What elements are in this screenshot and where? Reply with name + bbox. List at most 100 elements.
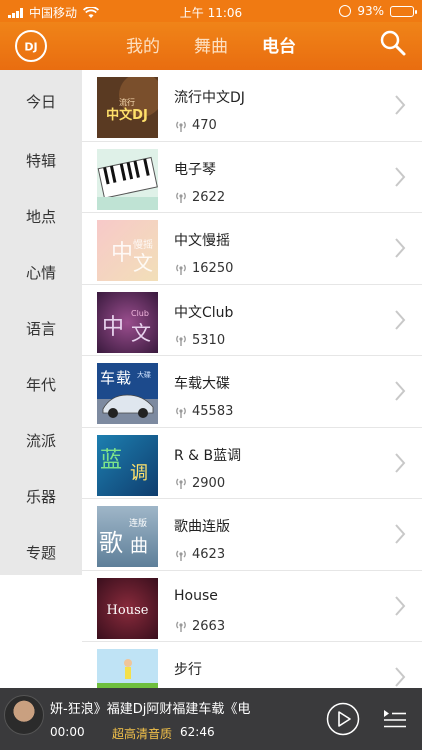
top-nav-bar: DJ 我的 舞曲 电台 — [0, 22, 422, 70]
sidebar-item-special[interactable]: 特辑 — [0, 132, 82, 188]
category-sidebar: 今日 特辑 地点 心情 语言 年代 流派 乐器 专题 — [0, 70, 82, 575]
list-item[interactable]: 车 载 大碟 车载大碟 45583 — [82, 356, 422, 428]
sidebar-item-instrument[interactable]: 乐器 — [0, 468, 82, 524]
chevron-right-icon — [395, 238, 406, 258]
sidebar-item-mood[interactable]: 心情 — [0, 244, 82, 300]
station-title: 中文Club — [174, 304, 234, 321]
station-title: 中文慢摇 — [174, 233, 230, 249]
listener-count-group: 4623 — [174, 547, 225, 562]
svg-text:文: 文 — [131, 321, 151, 345]
sidebar-item-language[interactable]: 语言 — [0, 300, 82, 356]
broadcast-icon — [176, 550, 186, 561]
chevron-right-icon — [395, 381, 406, 401]
chevron-right-icon — [395, 309, 406, 330]
chevron-right-icon — [395, 166, 406, 187]
list-item[interactable]: 中 Club 文 中文Club 5310 — [82, 285, 422, 356]
station-title: 步行 — [174, 662, 202, 678]
list-item[interactable]: 流行 中文DJ 流行中文DJ 470 — [82, 70, 422, 142]
station-title: R & B蓝调 — [174, 447, 242, 464]
tab-dance[interactable]: 舞曲 — [194, 32, 228, 57]
elapsed-time: 00:00 — [50, 725, 85, 739]
battery-percent: 93% — [357, 4, 384, 18]
orientation-lock-icon — [339, 5, 352, 17]
sidebar-item-location[interactable]: 地点 — [0, 188, 82, 244]
station-cover: 歌 连版 曲 — [97, 506, 158, 567]
list-item[interactable]: 歌 连版 曲 歌曲连版 4623 — [82, 499, 422, 571]
play-icon[interactable] — [326, 702, 360, 736]
list-item[interactable]: 蓝 调 R & B蓝调 2900 — [82, 428, 422, 499]
svg-text:载: 载 — [116, 369, 131, 387]
broadcast-icon — [176, 335, 186, 346]
listener-count-group: 5310 — [174, 333, 225, 348]
station-cover: 中 Club 文 — [97, 291, 158, 353]
listener-count-group: 2900 — [174, 476, 225, 491]
broadcast-icon — [176, 621, 186, 632]
station-cover — [97, 148, 158, 210]
mini-player[interactable]: 妍-狂浪》福建Dj阿财福建车载《电 00:00 超高清音质 62:46 — [0, 688, 422, 750]
svg-text:中: 中 — [102, 315, 124, 340]
status-right: 93% — [339, 4, 417, 18]
sidebar-item-today[interactable]: 今日 — [0, 70, 82, 132]
battery-icon — [390, 5, 417, 17]
search-icon[interactable] — [378, 28, 408, 58]
listener-count: 4623 — [192, 547, 226, 562]
now-playing-avatar[interactable] — [4, 695, 44, 735]
station-title: 歌曲连版 — [174, 519, 230, 535]
tab-mine[interactable]: 我的 — [126, 32, 160, 57]
listener-count-group: 45583 — [174, 404, 233, 419]
broadcast-icon — [176, 192, 186, 203]
station-cover: 中 慢摇 文 — [97, 220, 158, 281]
svg-text:文: 文 — [133, 251, 153, 275]
chevron-right-icon — [395, 452, 406, 473]
sidebar-item-topic[interactable]: 专题 — [0, 524, 82, 580]
station-cover: 车 载 大碟 — [97, 363, 158, 424]
svg-text:歌: 歌 — [99, 529, 123, 557]
listener-count: 45583 — [192, 404, 234, 419]
list-item[interactable]: 中 慢摇 文 中文慢摇 16250 — [82, 213, 422, 285]
listener-count: 5310 — [192, 332, 226, 348]
sidebar-item-era[interactable]: 年代 — [0, 356, 82, 412]
list-item[interactable]: 电子琴 2622 — [82, 142, 422, 213]
svg-text:中文DJ: 中文DJ — [106, 107, 148, 123]
broadcast-icon — [176, 121, 186, 132]
station-title: 车载大碟 — [174, 376, 230, 392]
listener-count-group: 470 — [174, 118, 217, 133]
svg-text:车: 车 — [100, 369, 115, 387]
tab-radio[interactable]: 电台 — [262, 32, 296, 57]
track-duration: 62:46 — [180, 725, 215, 739]
station-cover: 蓝 调 — [97, 434, 158, 496]
nav-tabs: 我的 舞曲 电台 — [0, 32, 422, 57]
svg-text:连版: 连版 — [129, 517, 147, 529]
svg-text:曲: 曲 — [130, 536, 148, 557]
station-cover: 流行 中文DJ — [97, 77, 158, 138]
listener-count-group: 2622 — [174, 190, 225, 205]
station-title: 流行中文DJ — [174, 90, 245, 106]
chevron-right-icon — [395, 95, 406, 115]
svg-text:蓝: 蓝 — [100, 448, 122, 473]
listener-count: 2622 — [192, 189, 226, 205]
svg-text:调: 调 — [130, 463, 148, 484]
listener-count-group: 2663 — [174, 619, 225, 634]
svg-text:大碟: 大碟 — [137, 370, 151, 379]
station-list: 流行 中文DJ 流行中文DJ 470 电子琴 2622 中 慢摇 文 中文慢摇 … — [82, 70, 422, 688]
list-item[interactable]: House House 2663 — [82, 571, 422, 642]
listener-count: 16250 — [192, 261, 234, 276]
broadcast-icon — [176, 407, 186, 418]
svg-text:慢摇: 慢摇 — [133, 238, 153, 251]
svg-text:House: House — [107, 603, 149, 618]
list-item[interactable]: 步行 — [82, 642, 422, 688]
sidebar-item-genre[interactable]: 流派 — [0, 412, 82, 468]
station-cover: House — [97, 577, 158, 639]
listener-count: 2663 — [192, 618, 226, 634]
svg-text:流行: 流行 — [119, 97, 135, 107]
broadcast-icon — [176, 478, 186, 489]
svg-text:Club: Club — [131, 309, 149, 318]
station-title: 电子琴 — [174, 161, 216, 178]
now-playing-title: 妍-狂浪》福建Dj阿财福建车载《电 — [50, 702, 251, 717]
listener-count: 470 — [192, 118, 217, 133]
station-title: House — [174, 587, 218, 604]
station-cover — [97, 649, 158, 688]
broadcast-icon — [176, 264, 186, 275]
playlist-icon[interactable] — [382, 706, 408, 732]
quality-badge[interactable]: 超高清音质 — [112, 725, 172, 742]
